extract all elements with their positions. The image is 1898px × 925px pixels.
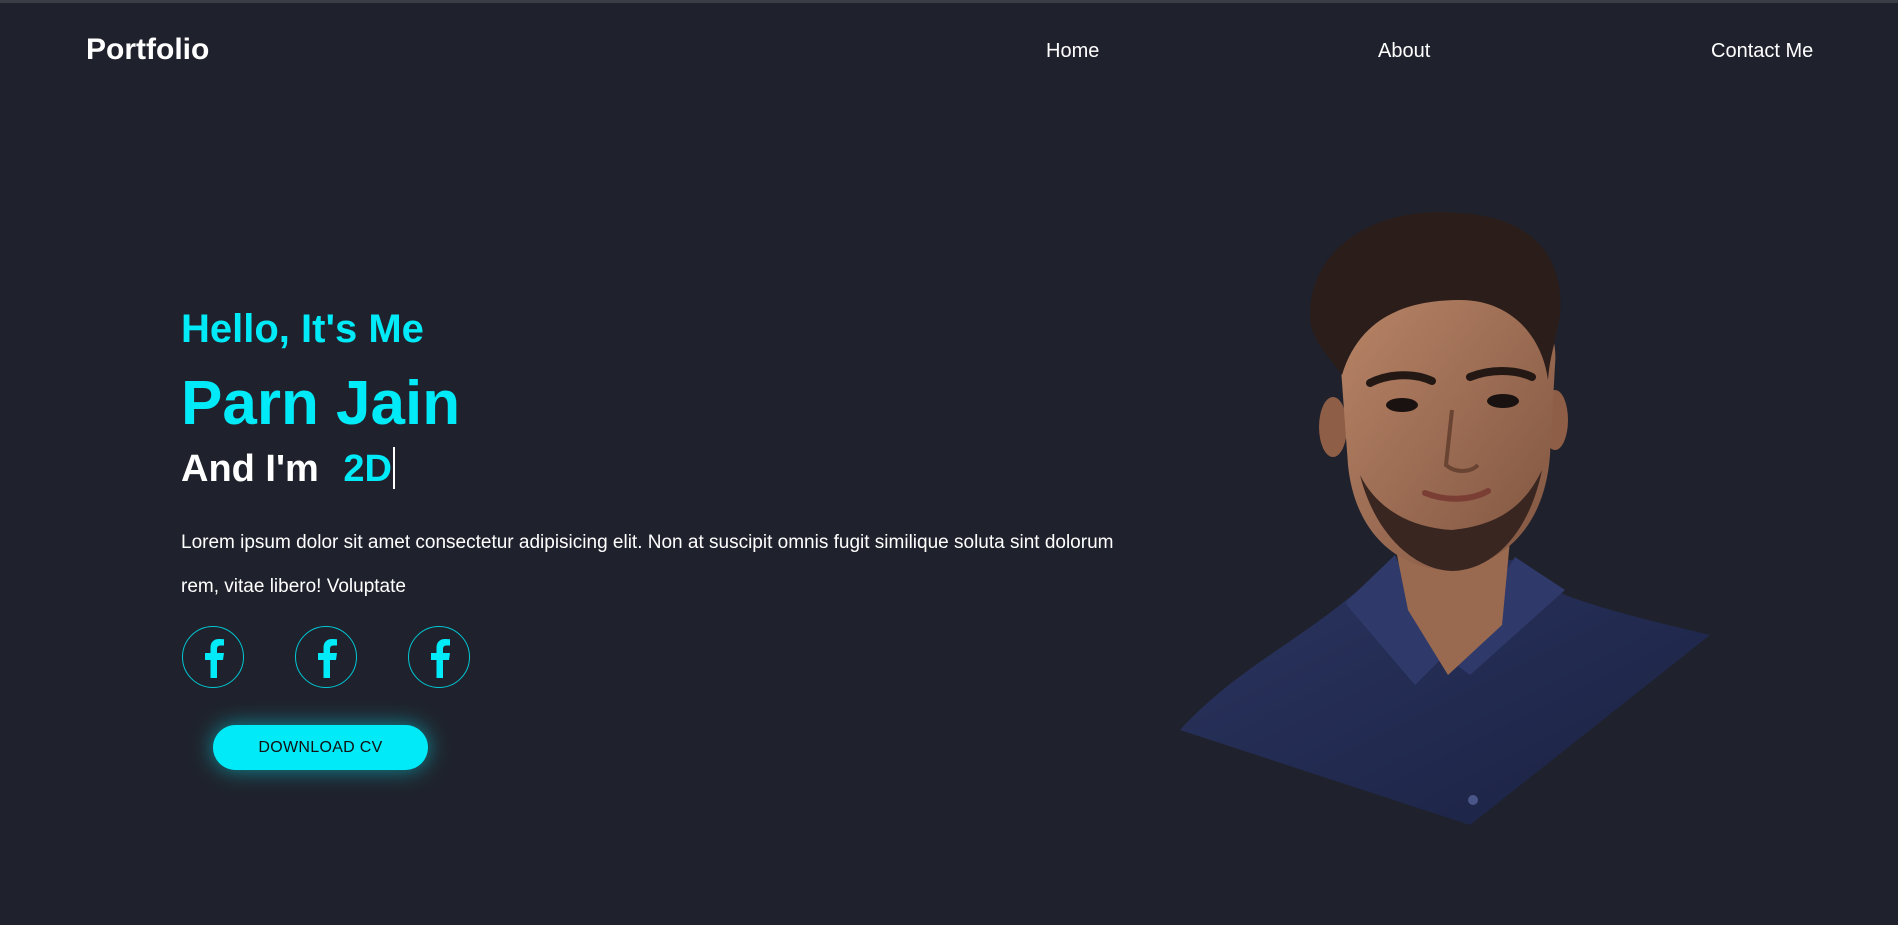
download-cv-button[interactable]: DOWNLOAD CV [213,725,428,770]
nav-contact-link[interactable]: Contact Me [1711,40,1813,63]
nav-home-link[interactable]: Home [1046,40,1099,63]
site-header: Portfolio Home About Contact Me [0,3,1898,98]
logo[interactable]: Portfolio [86,33,209,67]
hero-greeting: Hello, It's Me [181,307,424,351]
facebook-link-3[interactable] [408,626,470,688]
nav-about-link[interactable]: About [1378,40,1430,63]
facebook-icon [431,639,450,678]
hero-description: Lorem ipsum dolor sit amet consectetur a… [181,532,1114,597]
hero-name: Parn Jain [181,369,461,438]
facebook-link-2[interactable] [295,626,357,688]
hero-role: And I'm 2D [181,447,395,491]
role-prefix: And I'm [181,448,319,490]
profile-photo [1180,211,1710,825]
facebook-link-1[interactable] [182,626,244,688]
role-typed-text: 2D [343,448,392,490]
typing-caret [392,447,395,489]
facebook-icon [318,639,337,678]
facebook-icon [205,639,224,678]
